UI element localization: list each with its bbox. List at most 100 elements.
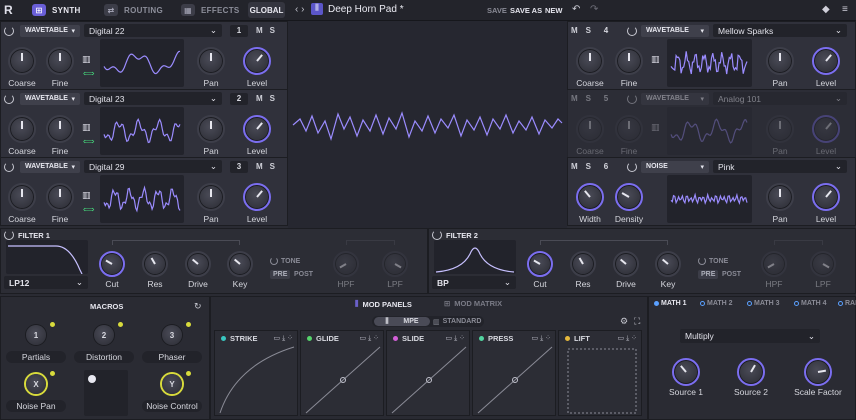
mute-button[interactable]: M (256, 162, 263, 171)
keyboard-tracking-icon[interactable]: ▥ (82, 54, 91, 65)
math-tab-3[interactable]: MATH 3 (747, 300, 780, 307)
power-icon[interactable] (627, 93, 638, 104)
mod-curve-graph[interactable] (390, 345, 468, 415)
pan-knob[interactable] (197, 115, 225, 143)
xy-pad-handle[interactable] (88, 375, 96, 383)
osc-type-select[interactable]: WAVETABLE ▾ (641, 92, 710, 105)
mod-curve-graph[interactable] (218, 345, 296, 415)
filter-key-knob[interactable] (655, 251, 681, 277)
filter-type-select[interactable]: LP12 ⌄ (4, 276, 88, 289)
macro-label[interactable]: Noise Pan (6, 400, 66, 412)
filter-cut-knob[interactable] (99, 251, 125, 277)
keyboard-tracking-icon[interactable]: ▥ (82, 190, 91, 201)
pan-knob[interactable] (766, 115, 794, 143)
math-tab-1[interactable]: MATH 1 (654, 300, 687, 307)
mute-button[interactable]: M (256, 26, 263, 35)
fine-knob[interactable] (615, 183, 643, 211)
expand-icon[interactable]: ⛶ (634, 316, 640, 327)
wavetable-select[interactable]: Pink ⌄ (713, 160, 848, 173)
post-button[interactable]: POST (722, 271, 741, 278)
hpf-knob[interactable] (333, 251, 359, 277)
source-1-knob[interactable] (672, 358, 700, 386)
macro-3-knob[interactable]: 3 (162, 325, 182, 345)
wavetable-select[interactable]: Mellow Sparks ⌄ (713, 24, 848, 37)
pan-knob[interactable] (197, 183, 225, 211)
level-knob[interactable] (243, 47, 271, 75)
fine-knob[interactable] (615, 47, 643, 75)
mute-button[interactable]: M (571, 162, 578, 171)
reset-icon[interactable]: ↻ (194, 301, 202, 312)
fine-knob[interactable] (615, 115, 643, 143)
post-button[interactable]: POST (294, 271, 313, 278)
coarse-knob[interactable] (8, 47, 36, 75)
mute-button[interactable]: M (571, 94, 578, 103)
osc-type-select[interactable]: WAVETABLE ▾ (641, 24, 710, 37)
mod-panel-tools[interactable]: ▭ ⤓ ⁘ (274, 334, 293, 343)
math-tab-2[interactable]: MATH 2 (700, 300, 733, 307)
tab-mod-matrix[interactable]: ⊞ MOD MATRIX (444, 299, 502, 308)
macro-2-knob[interactable]: 2 (94, 325, 114, 345)
macro-5-knob[interactable]: Y (162, 374, 182, 394)
mod-panel-tools[interactable]: ▭ ⤓ ⁘ (446, 334, 465, 343)
link-icon[interactable]: ⟺ (83, 137, 94, 146)
power-icon[interactable] (432, 230, 442, 240)
link-icon[interactable]: ⟺ (83, 69, 94, 78)
osc-type-select[interactable]: NOISE ▾ (641, 160, 710, 173)
macro-label[interactable]: Phaser (142, 351, 202, 363)
filter-cut-knob[interactable] (527, 251, 553, 277)
power-icon[interactable] (4, 161, 14, 172)
pan-knob[interactable] (766, 47, 794, 75)
mod-panel-tools[interactable]: ▭ ⤓ ⁘ (532, 334, 551, 343)
power-icon[interactable] (4, 25, 14, 36)
math-tab-5[interactable]: RANDOM (838, 300, 856, 307)
filter-res-knob[interactable] (142, 251, 168, 277)
macro-label[interactable]: Distortion (74, 351, 134, 363)
preset-name[interactable]: Deep Horn Pad * (328, 4, 404, 15)
lpf-knob[interactable] (382, 251, 408, 277)
macro-label[interactable]: Noise Control (142, 400, 202, 412)
tab-effects[interactable]: ▦ EFFECTS (181, 2, 240, 18)
hpf-knob[interactable] (761, 251, 787, 277)
pan-knob[interactable] (197, 47, 225, 75)
preset-nav-arrows[interactable]: ‹ › (295, 4, 304, 15)
mute-button[interactable]: M (571, 26, 578, 35)
mod-curve-graph[interactable] (304, 345, 382, 415)
solo-button[interactable]: S (586, 162, 591, 171)
pre-button[interactable]: PRE (270, 270, 291, 279)
tab-routing[interactable]: ⇄ ROUTING (104, 2, 163, 18)
mod-curve-graph[interactable] (562, 345, 640, 415)
mpe-toggle[interactable]: ⫼ MPE (374, 317, 430, 326)
solo-button[interactable]: S (270, 162, 275, 171)
solo-button[interactable]: S (270, 94, 275, 103)
pre-button[interactable]: PRE (698, 270, 719, 279)
tab-mod-panels[interactable]: ⫼ MOD PANELS (355, 299, 412, 309)
level-knob[interactable] (812, 183, 840, 211)
save-button[interactable]: SAVE (487, 6, 507, 15)
tone-toggle[interactable]: TONE (698, 257, 728, 265)
macro-4-knob[interactable]: X (26, 374, 46, 394)
wavetable-select[interactable]: Digital 29 ⌄ (84, 160, 222, 173)
level-knob[interactable] (812, 47, 840, 75)
new-button[interactable]: NEW (545, 6, 563, 15)
save-as-button[interactable]: SAVE AS (510, 6, 542, 15)
power-icon[interactable] (627, 25, 638, 36)
filter-res-knob[interactable] (570, 251, 596, 277)
mod-panel-tools[interactable]: ▭ ⤓ ⁘ (618, 334, 637, 343)
level-knob[interactable] (812, 115, 840, 143)
mod-curve-graph[interactable] (476, 345, 554, 415)
gear-icon[interactable]: ⚙ (620, 316, 628, 327)
keyboard-tracking-icon[interactable]: ▥ (651, 122, 660, 133)
osc-type-select[interactable]: WAVETABLE ▾ (20, 160, 80, 173)
filter-key-knob[interactable] (227, 251, 253, 277)
level-knob[interactable] (243, 115, 271, 143)
coarse-knob[interactable] (576, 47, 604, 75)
solo-button[interactable]: S (270, 26, 275, 35)
coarse-knob[interactable] (8, 115, 36, 143)
wavetable-select[interactable]: Digital 22 ⌄ (84, 24, 222, 37)
tone-toggle[interactable]: TONE (270, 257, 300, 265)
math-tab-4[interactable]: MATH 4 (794, 300, 827, 307)
link-icon[interactable]: ⟺ (83, 205, 94, 214)
fine-knob[interactable] (46, 183, 74, 211)
wavetable-select[interactable]: Digital 23 ⌄ (84, 92, 222, 105)
coarse-knob[interactable] (576, 183, 604, 211)
